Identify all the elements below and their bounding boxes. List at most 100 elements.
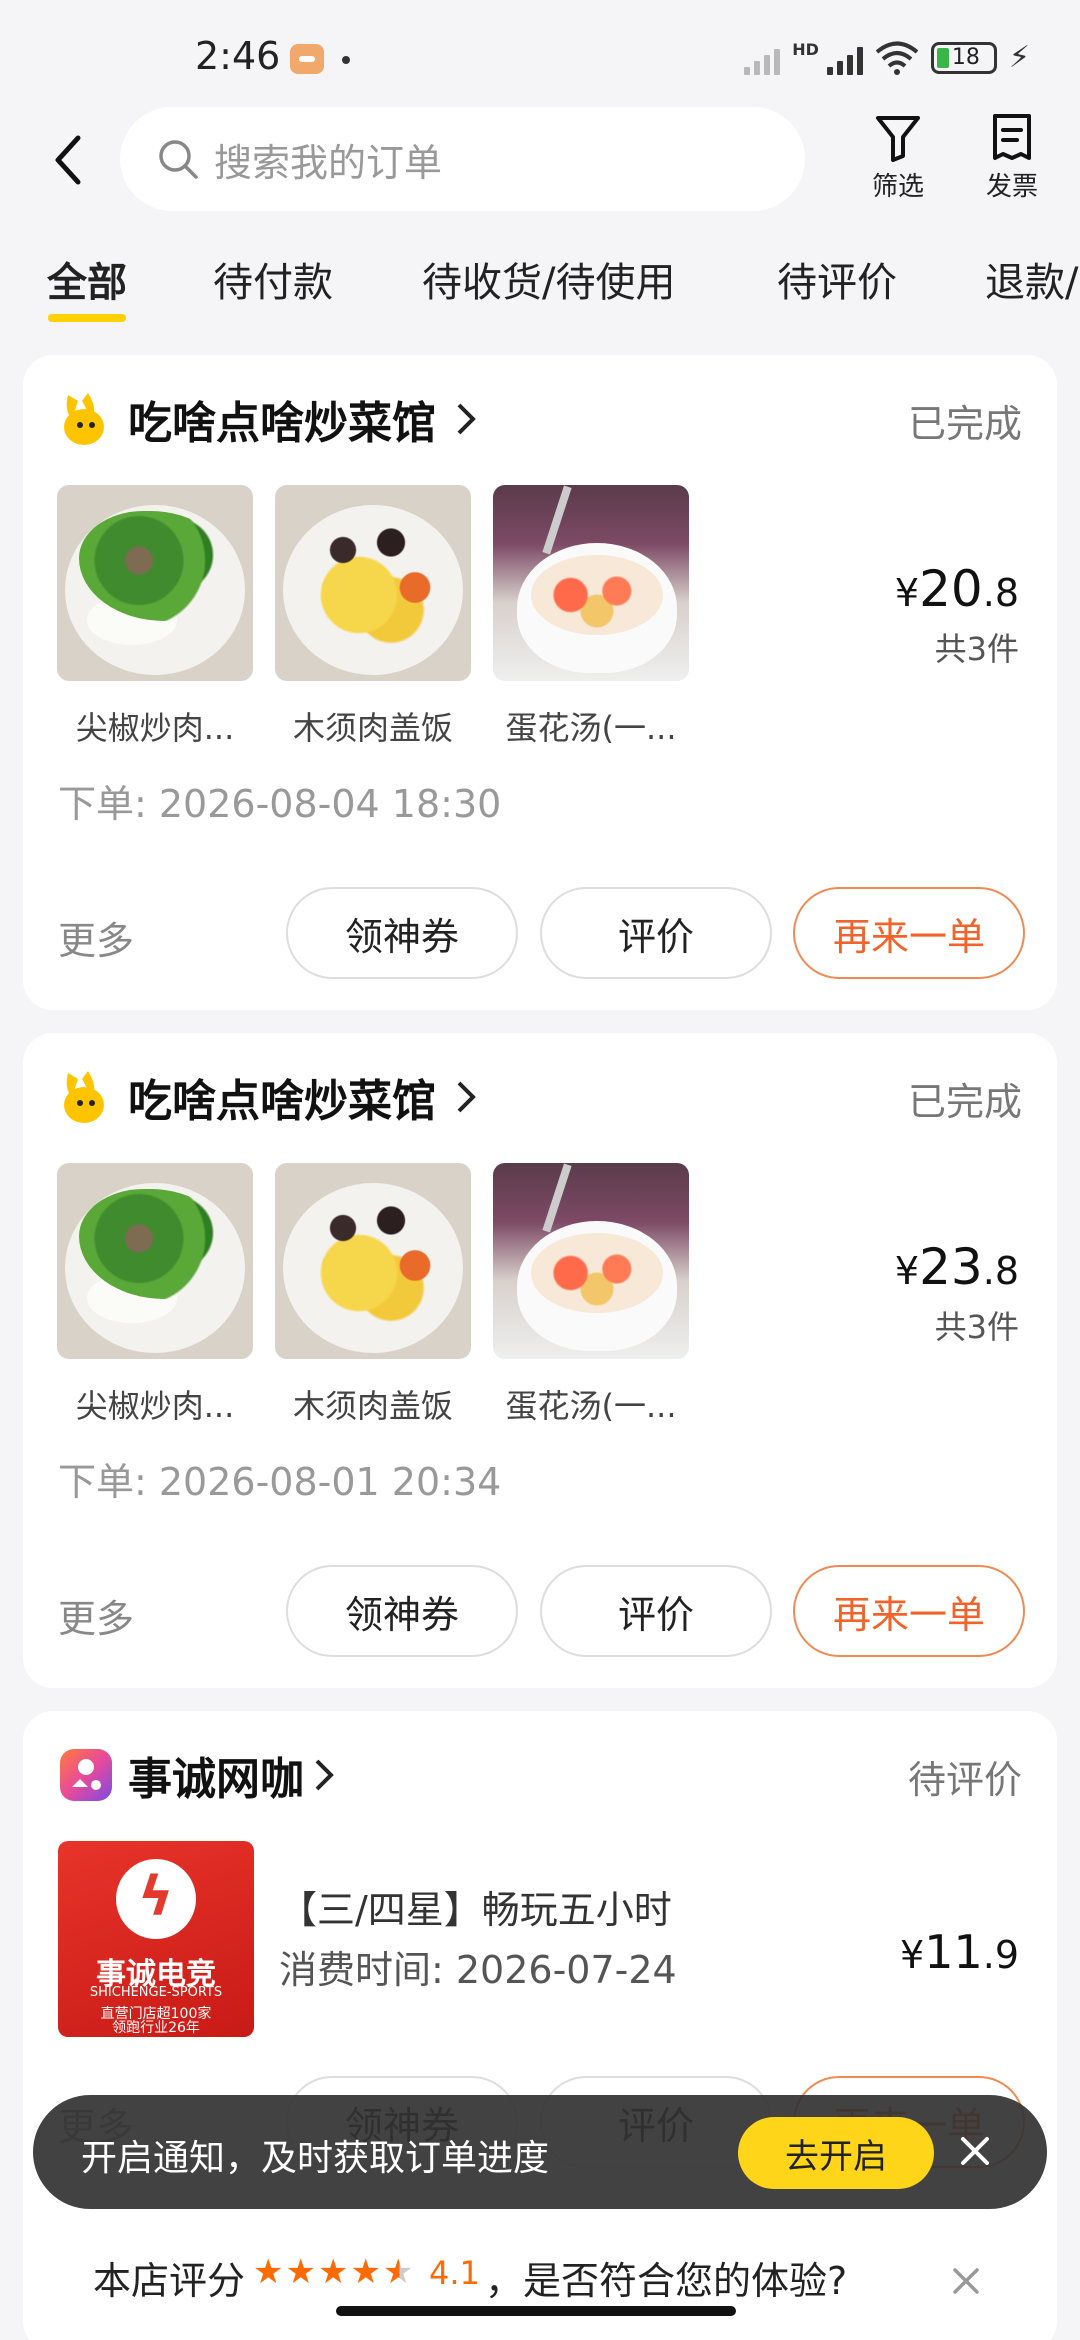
reorder-button[interactable]: 再来一单 [793,887,1025,979]
item-name: 木须肉盖饭 [292,1387,453,1425]
order-status: 待评价 [907,1758,1022,1802]
rating-score: 4.1 [429,2254,480,2292]
invoice-button[interactable]: 发票 [967,112,1057,203]
shop-link[interactable]: 吃啥点啥炒菜馆 [58,1065,478,1129]
venue-image[interactable]: ϟ 事诚电竞 SHICHENGE-SPORTS 直营门店超100家 领跑行业26… [58,1841,254,2037]
reorder-button[interactable]: 再来一单 [793,1565,1025,1657]
coupon-button[interactable]: 领神券 [286,1565,518,1657]
tab-pending-review[interactable]: 待评价 [777,250,897,308]
item-name: 尖椒炒肉... [75,709,235,747]
order-status: 已完成 [907,402,1022,446]
status-time: 2:46 [195,34,281,78]
search-icon [159,140,198,179]
invoice-label: 发票 [985,172,1038,202]
battery-level: 18 [951,44,980,70]
food-image [493,1163,689,1359]
toast-message: 开启通知，及时获取订单进度 [81,2138,550,2179]
venue-logo-line: 领跑行业26年 [112,2020,200,2036]
food-image [57,1163,253,1359]
star-icon: ★ [317,2252,349,2292]
order-tabs: 全部 待付款 待收货/待使用 待评价 退款/售后 [0,250,1080,330]
star-icon: ★ [285,2252,316,2292]
order-card[interactable]: 吃啥点啥炒菜馆 已完成 尖椒炒肉... 木须肉盖饭 蛋花汤(一... ¥23.8… [23,1033,1057,1688]
tab-pending-payment[interactable]: 待付款 [213,250,333,308]
shop-name: 事诚网咖 [128,1754,304,1805]
review-button[interactable]: 评价 [540,887,772,979]
order-price: ¥23.8 [894,1238,1019,1296]
item-thumb[interactable]: 蛋花汤(一... [493,1163,689,1427]
item-thumb[interactable]: 木须肉盖饭 [275,485,471,749]
active-tab-indicator [48,314,126,322]
shop-name: 吃啥点啥炒菜馆 [128,398,436,449]
shop-logo-icon [60,1749,112,1801]
order-time: 下单: 2026-08-04 18:30 [58,782,502,826]
order-status: 已完成 [907,1080,1022,1124]
signal-icon-sim2 [744,41,781,75]
coupon-button[interactable]: 领神券 [286,887,518,979]
search-input[interactable]: 搜索我的订单 [120,107,805,211]
close-icon[interactable] [955,2131,995,2171]
charging-icon: ⚡ [1008,40,1030,75]
shop-link[interactable]: 事诚网咖 [58,1743,336,1807]
signal-icon-sim1 [826,41,863,75]
back-arrow-icon [55,135,81,185]
food-image [275,1163,471,1359]
star-icon: ★ [350,2252,381,2292]
food-image [275,485,471,681]
search-placeholder: 搜索我的订单 [214,140,443,185]
venue-logo-sub: SHICHENGE-SPORTS [89,1985,223,2000]
tab-all[interactable]: 全部 [47,250,127,308]
food-image [493,485,689,681]
back-button[interactable] [38,125,98,195]
tab-refund[interactable]: 退款/售后 [985,250,1080,308]
tab-pending-delivery[interactable]: 待收货/待使用 [422,250,675,308]
item-count: 共3件 [934,630,1019,668]
item-count: 共3件 [934,1308,1019,1346]
hd-label: HD [792,40,819,59]
filter-label: 筛选 [871,172,924,202]
item-name: 蛋花汤(一... [505,1387,677,1425]
item-title: 【三/四星】畅玩五小时 [279,1888,672,1932]
item-name: 木须肉盖饭 [292,709,453,747]
status-icons: HD 18 ⚡ [744,40,1030,75]
consume-time: 消费时间: 2026-07-24 [279,1948,677,1992]
chevron-right-icon [457,1081,476,1113]
star-icon: ★ [253,2252,284,2292]
rating-stars: ★ ★ ★ ★ ★ [253,2252,413,2292]
enable-notification-button[interactable]: 去开启 [738,2117,934,2189]
item-name: 尖椒炒肉... [75,1387,235,1425]
price-block: ¥23.8 共3件 [895,1238,1019,1348]
order-price: ¥11.9 [900,1925,1019,1979]
close-icon[interactable] [949,2264,983,2298]
order-card[interactable]: 吃啥点啥炒菜馆 已完成 尖椒炒肉... 木须肉盖饭 蛋花汤(一... ¥20.8… [23,355,1057,1010]
filter-button[interactable]: 筛选 [853,112,943,203]
rating-prefix: 本店评分 [93,2259,246,2303]
item-name: 蛋花汤(一... [505,709,677,747]
item-thumb[interactable]: 尖椒炒肉... [57,485,253,749]
item-thumb[interactable]: 尖椒炒肉... [57,1163,253,1427]
shop-link[interactable]: 吃啥点啥炒菜馆 [58,387,478,451]
notification-toast: 开启通知，及时获取订单进度 去开启 [33,2095,1047,2209]
invoice-icon [993,114,1031,160]
half-star-icon: ★ [382,2252,414,2292]
more-button[interactable]: 更多 [58,910,134,965]
item-thumbnails: 尖椒炒肉... 木须肉盖饭 蛋花汤(一... [57,1163,689,1427]
order-price: ¥20.8 [894,560,1019,618]
item-thumb[interactable]: 蛋花汤(一... [493,485,689,749]
home-indicator[interactable] [336,2306,736,2316]
food-image [57,485,253,681]
shop-logo-icon [64,393,104,445]
rating-question: ，是否符合您的体验? [485,2259,848,2303]
shop-logo-icon [64,1071,104,1123]
more-button[interactable]: 更多 [58,1588,134,1643]
review-button[interactable]: 评价 [540,1565,772,1657]
battery-icon: 18 [930,41,997,74]
order-time: 下单: 2026-08-01 20:34 [58,1460,502,1504]
chevron-right-icon [457,403,476,435]
item-thumb[interactable]: 木须肉盖饭 [275,1163,471,1427]
chevron-right-icon [315,1759,334,1791]
notification-dot-icon [342,56,350,64]
shop-name: 吃啥点啥炒菜馆 [128,1076,436,1127]
message-app-icon [290,44,324,74]
price-block: ¥20.8 共3件 [895,560,1019,670]
